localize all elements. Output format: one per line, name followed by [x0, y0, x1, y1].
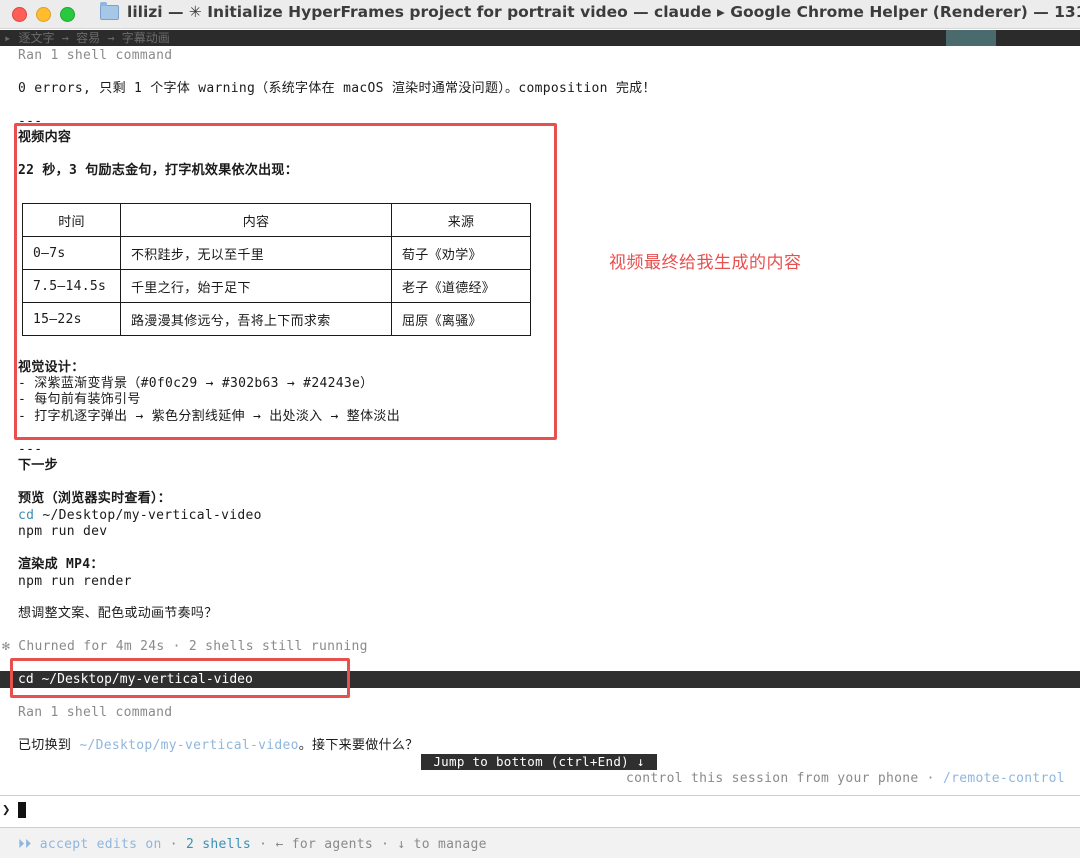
agents-hint: ← for agents	[275, 837, 373, 852]
switched-prefix: 已切换到	[18, 738, 80, 753]
window-title-text: lilizi — ✳ Initialize HyperFrames projec…	[127, 3, 1080, 21]
cd-command-line: cd ~/Desktop/my-vertical-video	[18, 507, 262, 524]
footer-sep: ·	[161, 837, 187, 852]
status-footer: ⏵⏵ accept edits on · 2 shells · ← for ag…	[0, 828, 1080, 858]
scroll-thumb[interactable]	[946, 30, 996, 46]
ran-shell-1: Ran 1 shell command	[18, 48, 173, 63]
question-line: 想调整文案、配色或动画节奏吗？	[18, 606, 218, 621]
switched-line: 已切换到 ~/Desktop/my-vertical-video。接下来要做什么…	[18, 737, 418, 754]
churned-status: ✻ Churned for 4m 24s · 2 shells still ru…	[2, 639, 368, 654]
input-cursor[interactable]	[18, 802, 26, 818]
folder-icon	[100, 1, 119, 20]
shells-indicator[interactable]: 2 shells	[186, 837, 251, 852]
hr-2: ---	[18, 442, 43, 457]
title-bar: lilizi — ✳ Initialize HyperFrames projec…	[0, 0, 1080, 29]
highlight-box-command	[10, 658, 350, 698]
maximize-icon[interactable]	[60, 6, 75, 22]
footer-sep: ·	[372, 837, 398, 852]
annotation-label: 视频最终给我生成的内容	[609, 253, 802, 273]
scroll-strip: ▸ 逐文字 → 容易 → 字幕动画	[0, 30, 1080, 46]
cd-keyword: cd	[18, 508, 35, 523]
window-title: lilizi — ✳ Initialize HyperFrames projec…	[100, 1, 1080, 21]
minimize-icon[interactable]	[36, 6, 51, 22]
heading-next: 下一步	[18, 458, 58, 473]
strip-text: ▸ 逐文字 → 容易 → 字幕动画	[4, 31, 170, 45]
highlight-box-content	[14, 123, 557, 440]
close-icon[interactable]	[12, 6, 27, 22]
npm-render-line: npm run render	[18, 574, 132, 589]
jump-to-bottom-button[interactable]: Jump to bottom (ctrl+End) ↓	[421, 754, 657, 770]
divider-top	[0, 795, 1080, 796]
accept-edits-toggle[interactable]: ⏵⏵ accept edits on	[18, 837, 162, 852]
preview-label: 预览（浏览器实时查看）：	[18, 491, 172, 506]
status-line: 0 errors, 只剩 1 个字体 warning（系统字体在 macOS 渲…	[18, 81, 656, 96]
window-controls	[12, 6, 75, 22]
prompt-icon: ❯	[2, 802, 11, 818]
remote-control-link[interactable]: /remote-control	[943, 771, 1065, 786]
npm-dev-line: npm run dev	[18, 524, 108, 539]
remote-control-hint: control this session from your phone · /…	[626, 770, 1065, 787]
ran-shell-2: Ran 1 shell command	[18, 705, 173, 720]
footer-sep: ·	[251, 837, 276, 852]
switched-path-link[interactable]: ~/Desktop/my-vertical-video	[79, 738, 298, 753]
remote-prefix: control this session from your phone ·	[626, 771, 943, 786]
switched-suffix: 。接下来要做什么？	[298, 738, 419, 753]
render-label: 渲染成 MP4：	[18, 557, 104, 572]
footer-line: ⏵⏵ accept edits on · 2 shells · ← for ag…	[18, 836, 487, 853]
manage-hint: ↓ to manage	[397, 837, 487, 852]
cd-path: ~/Desktop/my-vertical-video	[34, 508, 262, 523]
terminal-window: lilizi — ✳ Initialize HyperFrames projec…	[0, 0, 1080, 858]
